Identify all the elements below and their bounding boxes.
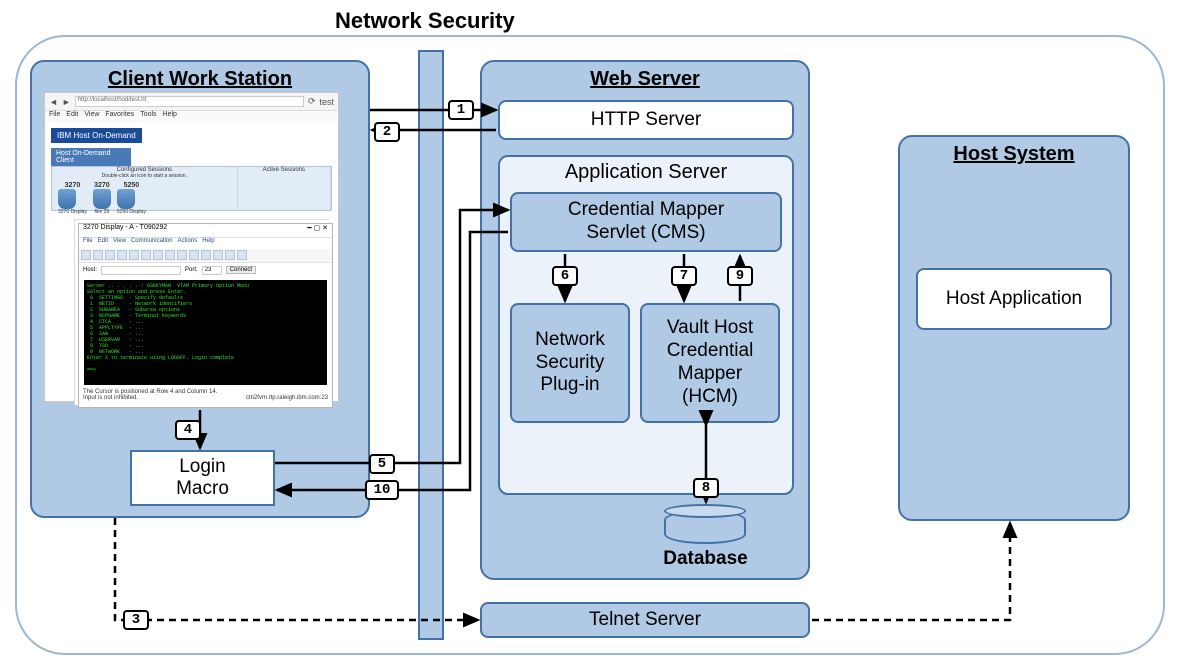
telnet-server-label: Telnet Server [589, 609, 701, 632]
client-heading: Client Work Station [32, 62, 368, 95]
cms-label: Credential MapperServlet (CMS) [568, 199, 724, 245]
toolbar-icon [201, 250, 211, 260]
toolbar-icon [237, 250, 247, 260]
step-8: 8 [693, 478, 719, 498]
terminal-screen: Server .. . . . . : GSKKYMAN VTAM Primar… [84, 280, 327, 385]
host-system-heading: Host System [900, 137, 1128, 170]
toolbar-icon [81, 250, 91, 260]
toolbar-icon [93, 250, 103, 260]
telnet-server-box: Telnet Server [480, 602, 810, 638]
terminal-conn-fields: Host: Port: Connect [79, 263, 332, 277]
host-application-box: Host Application [916, 268, 1112, 330]
cms-box: Credential MapperServlet (CMS) [510, 192, 782, 252]
hod-tab: Host On-Demand Client [51, 148, 131, 166]
host-application-label: Host Application [946, 288, 1082, 310]
login-macro-label: LoginMacro [176, 456, 229, 500]
toolbar-icon [189, 250, 199, 260]
terminal-menubar: File Edit View Communication Actions Hel… [79, 238, 332, 249]
shield-icon [58, 189, 76, 209]
menu-item: Help [202, 238, 214, 249]
network-security-plugin-box: NetworkSecurityPlug-in [510, 303, 630, 423]
toolbar-icon [213, 250, 223, 260]
browser-menubar: File Edit View Favorites Tools Help [45, 111, 338, 123]
step-3: 3 [123, 610, 149, 630]
database-cylinder [664, 504, 746, 550]
menu-item: Actions [178, 238, 198, 249]
port-label: Port: [185, 267, 198, 273]
session-name: 3270 Display [58, 209, 87, 215]
session-proto: 5250 [117, 182, 146, 189]
hcm-label: Vault HostCredentialMapper(HCM) [667, 317, 754, 408]
input-msg: Input is not inhibited. [83, 395, 138, 401]
toolbar-icon [177, 250, 187, 260]
back-icon: ◄ [49, 97, 58, 107]
refresh-icon: ⟳ [308, 96, 316, 107]
terminal-toolbar [79, 249, 332, 263]
toolbar-icon [225, 250, 235, 260]
toolbar-icon [153, 250, 163, 260]
toolbar-icon [129, 250, 139, 260]
database-label: Database [648, 548, 763, 570]
host-label: Host: [83, 267, 97, 273]
connect-button: Connect [226, 266, 256, 274]
step-9: 9 [727, 266, 753, 286]
menu-item: Favorites [105, 111, 134, 123]
step-10: 10 [365, 480, 399, 500]
menu-item: Edit [66, 111, 78, 123]
terminal-titlebar: 3270 Display - A - T090292 ━ ▢ ✕ [79, 224, 332, 238]
menu-item: Tools [140, 111, 156, 123]
active-sessions-header: Active Sessions [238, 167, 330, 173]
address-bar: http://localhost/hod/test.ht [75, 96, 304, 107]
http-server-label: HTTP Server [591, 109, 702, 131]
forward-icon: ► [62, 97, 71, 107]
step-5: 5 [369, 454, 395, 474]
step-1: 1 [448, 100, 474, 120]
http-server-box: HTTP Server [498, 100, 794, 140]
nsp-label: NetworkSecurityPlug-in [535, 329, 605, 397]
terminal-status: The Cursor is positioned at Row 4 and Co… [79, 388, 332, 406]
session-proto: 3270 [93, 182, 111, 189]
terminal-window: 3270 Display - A - T090292 ━ ▢ ✕ File Ed… [78, 223, 333, 408]
menu-item: File [83, 238, 93, 249]
step-6: 6 [552, 266, 578, 286]
menu-item: View [113, 238, 126, 249]
browser-toolbar: ◄ ► http://localhost/hod/test.ht ⟳ test [45, 93, 338, 111]
step-2: 2 [374, 122, 400, 142]
session-name: flex 29 [93, 209, 111, 215]
step-7: 7 [671, 266, 697, 286]
hod-banner: IBM Host On-Demand [51, 128, 142, 143]
network-security-bar [418, 50, 444, 640]
menu-item: Edit [98, 238, 108, 249]
web-server-heading: Web Server [482, 62, 808, 95]
terminal-title: 3270 Display - A - T090292 [83, 224, 167, 237]
session-name: 5250 Display [117, 209, 146, 215]
diagram-title: Network Security [335, 8, 515, 34]
toolbar-icon [105, 250, 115, 260]
step-4: 4 [175, 420, 201, 440]
host-input [101, 266, 181, 275]
toolbar-icon [117, 250, 127, 260]
menu-item: File [49, 111, 60, 123]
port-input [202, 266, 222, 275]
shield-icon [93, 189, 111, 209]
application-server-heading: Application Server [500, 157, 792, 188]
shield-icon [117, 189, 135, 209]
statusbar-host: ctn2fvm.rtp.raleigh.ibm.com:23 [246, 395, 328, 401]
vault-hcm-box: Vault HostCredentialMapper(HCM) [640, 303, 780, 423]
sessions-panel: Configured Sessions Double-click an icon… [51, 166, 332, 211]
close-icon: ✕ [322, 225, 328, 232]
tab-label: test [319, 97, 334, 107]
login-macro-box: LoginMacro [130, 450, 275, 506]
maximize-icon: ▢ [314, 225, 321, 232]
toolbar-icon [141, 250, 151, 260]
toolbar-icon [165, 250, 175, 260]
menu-item: Communication [131, 238, 173, 249]
menu-item: View [84, 111, 99, 123]
menu-item: Help [163, 111, 177, 123]
session-proto: 3270 [58, 182, 87, 189]
minimize-icon: ━ [307, 225, 311, 232]
